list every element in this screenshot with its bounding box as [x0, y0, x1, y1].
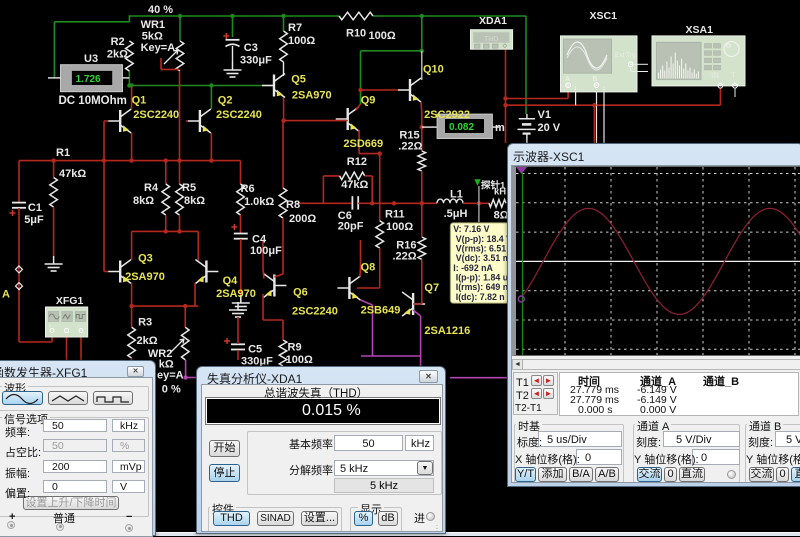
svg-text:Q8: Q8: [361, 262, 376, 274]
svg-text:Q6: Q6: [293, 287, 308, 299]
svg-text:B: B: [593, 76, 598, 83]
svg-text:100Ω: 100Ω: [286, 354, 313, 366]
svg-text:2SC2922: 2SC2922: [424, 109, 470, 121]
svg-text:WR1: WR1: [141, 19, 165, 31]
svg-text:Key=A: Key=A: [141, 42, 176, 54]
svg-text:Q10: Q10: [423, 64, 444, 76]
svg-text:DC 10MOhm: DC 10MOhm: [59, 95, 127, 107]
svg-text:R6: R6: [241, 183, 255, 195]
svg-text:R1: R1: [56, 147, 70, 159]
svg-text:200Ω: 200Ω: [289, 213, 316, 225]
svg-text:A: A: [2, 289, 10, 301]
svg-text:V: 7.16 V: V: 7.16 V: [453, 224, 489, 234]
svg-text:.22Ω: .22Ω: [393, 251, 417, 263]
svg-text:C3: C3: [244, 42, 258, 54]
svg-text:R9: R9: [288, 342, 302, 354]
svg-text:100μF: 100μF: [250, 245, 282, 257]
svg-text:I: -692 nA: I: -692 nA: [453, 263, 493, 273]
svg-text:THD: THD: [484, 36, 498, 43]
svg-text:2SC2240: 2SC2240: [216, 109, 262, 121]
svg-text:Ext Trg: Ext Trg: [615, 52, 636, 59]
svg-text:A: A: [565, 76, 570, 83]
svg-text:40 %: 40 %: [148, 4, 173, 16]
svg-text:V(rms): 6.51 V: V(rms): 6.51 V: [456, 244, 515, 254]
svg-text:2kΩ: 2kΩ: [137, 335, 158, 347]
svg-text:IN: IN: [711, 71, 719, 80]
svg-text:2SB649: 2SB649: [361, 305, 401, 317]
svg-text:R7: R7: [288, 22, 302, 34]
svg-text:m: m: [495, 122, 505, 134]
svg-text:1.0kΩ: 1.0kΩ: [244, 196, 274, 208]
svg-text:Q3: Q3: [138, 253, 153, 265]
svg-text:R11: R11: [385, 209, 405, 221]
svg-text:2SD669: 2SD669: [343, 138, 383, 150]
svg-text:0.082: 0.082: [449, 122, 474, 133]
svg-text:V1: V1: [538, 109, 551, 121]
svg-text:R5: R5: [182, 182, 196, 194]
svg-text:.5μH: .5μH: [444, 208, 468, 220]
svg-text:XFG1: XFG1: [56, 295, 84, 307]
svg-text:8kΩ: 8kΩ: [133, 195, 154, 207]
svg-text:Q7: Q7: [424, 282, 439, 294]
svg-text:C4: C4: [252, 234, 267, 246]
svg-text:R3: R3: [138, 317, 152, 329]
svg-text:2SA970: 2SA970: [125, 271, 165, 283]
svg-text:R10: R10: [346, 28, 366, 40]
svg-text:20pF: 20pF: [338, 221, 364, 233]
svg-text:+: +: [48, 324, 52, 330]
svg-text:2SC2240: 2SC2240: [133, 109, 179, 121]
svg-text:V(dc): 3.51 m: V(dc): 3.51 m: [456, 253, 511, 263]
svg-text:I(dc): 7.82 n: I(dc): 7.82 n: [456, 292, 505, 302]
svg-text:47kΩ: 47kΩ: [341, 179, 368, 191]
svg-text:I(p-p): 1.84 u: I(p-p): 1.84 u: [456, 272, 508, 282]
svg-text:100Ω: 100Ω: [369, 30, 396, 42]
svg-text:C5: C5: [248, 344, 262, 356]
svg-text:5kΩ: 5kΩ: [142, 31, 163, 43]
svg-text:20 V: 20 V: [538, 122, 561, 134]
svg-text:R12: R12: [347, 156, 367, 168]
svg-text:C1: C1: [28, 202, 42, 214]
svg-text:0 %: 0 %: [162, 384, 181, 396]
svg-text:R8: R8: [286, 199, 300, 211]
svg-text:2kΩ: 2kΩ: [107, 49, 128, 61]
svg-text:Q9: Q9: [361, 95, 376, 107]
svg-text:T: T: [731, 71, 736, 80]
svg-text:8kΩ: 8kΩ: [184, 195, 205, 207]
svg-text:2SA970: 2SA970: [216, 288, 256, 300]
svg-text:2SC2240: 2SC2240: [292, 306, 338, 318]
svg-text:5μF: 5μF: [24, 214, 44, 226]
svg-text:2SA970: 2SA970: [292, 90, 332, 102]
svg-text:R2: R2: [111, 36, 125, 48]
svg-text:V(p-p): 18.4 V: V(p-p): 18.4 V: [456, 234, 512, 244]
svg-text:R4: R4: [144, 182, 159, 194]
svg-text:1.726: 1.726: [76, 74, 101, 85]
svg-text:330μF: 330μF: [240, 55, 272, 67]
svg-text:.22Ω: .22Ω: [398, 141, 422, 153]
svg-text:ey=A: ey=A: [157, 370, 184, 382]
svg-text:I(rms): 649 n: I(rms): 649 n: [456, 282, 508, 292]
svg-text:L1: L1: [450, 189, 463, 201]
svg-text:100Ω: 100Ω: [386, 221, 413, 233]
svg-text:Q4: Q4: [223, 275, 239, 287]
svg-text:kH: kH: [494, 187, 506, 198]
svg-text:Q1: Q1: [132, 95, 147, 107]
svg-text:Q5: Q5: [291, 74, 306, 86]
svg-text:XSA1: XSA1: [686, 24, 714, 36]
svg-text:Q2: Q2: [218, 95, 233, 107]
svg-text:XSC1: XSC1: [590, 10, 618, 22]
svg-text:2SA1216: 2SA1216: [424, 325, 470, 337]
svg-text:XDA1: XDA1: [479, 15, 507, 27]
svg-text:100Ω: 100Ω: [288, 35, 315, 47]
svg-text:U3: U3: [84, 53, 98, 65]
svg-text:47kΩ: 47kΩ: [59, 168, 86, 180]
